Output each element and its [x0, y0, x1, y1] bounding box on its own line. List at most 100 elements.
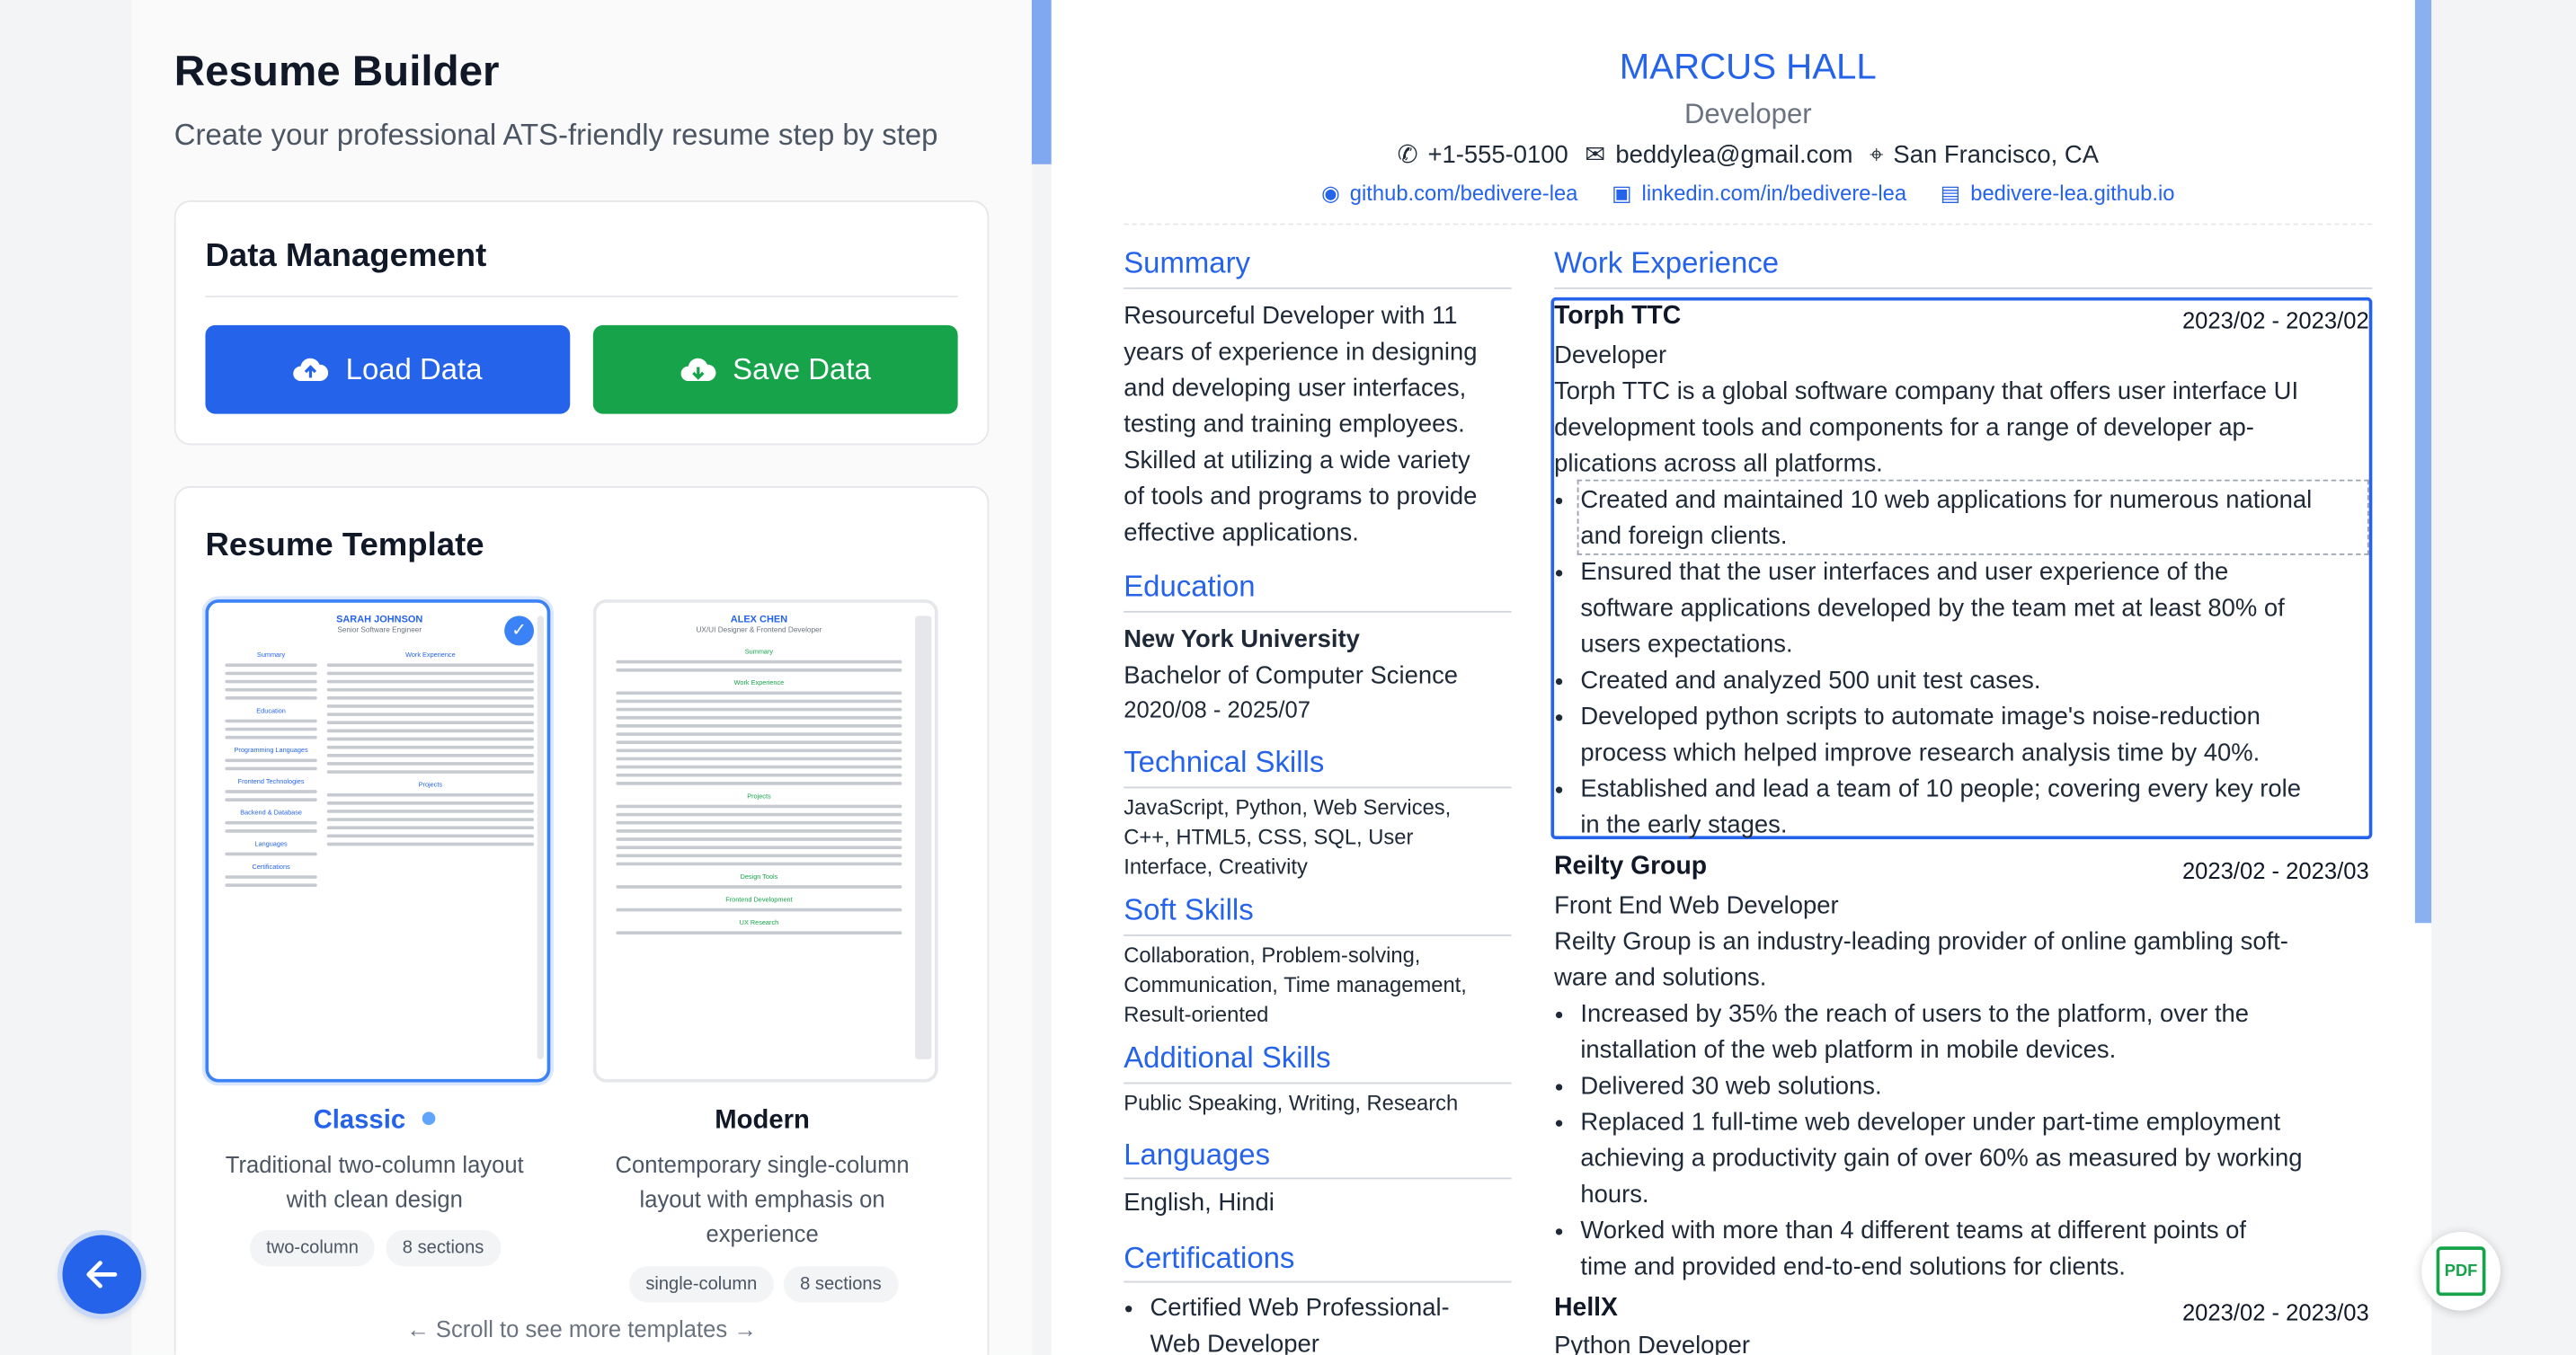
preview-scrollbar[interactable] [915, 616, 932, 1059]
preview-section: Frontend Development [725, 895, 793, 904]
export-pdf-button[interactable]: PDF [2421, 1231, 2500, 1311]
selected-check-icon: ✓ [504, 616, 535, 646]
section-summary-heading: Summary [1124, 246, 1250, 279]
summary-text: Resourceful Developer with 11 years of ex… [1124, 302, 1478, 547]
preview-name: SARAH JOHNSON [336, 616, 423, 626]
linkedin-link[interactable]: linkedin.com/in/bedivere-lea [1642, 181, 1907, 205]
data-management-title: Data Management [205, 238, 487, 275]
page-subtitle: Create your professional ATS-friendly re… [173, 118, 938, 152]
website-icon: ▤ [1940, 181, 1961, 206]
template-modern-preview[interactable]: ALEX CHEN UX/UI Designer & Frontend Deve… [592, 599, 938, 1083]
phone-icon: ✆ [1397, 141, 1418, 170]
template-modern-name[interactable]: Modern [593, 1107, 932, 1137]
section-rule [1124, 1082, 1512, 1085]
resume-name: MARCUS HALL [1619, 46, 1877, 87]
pdf-label: PDF [2444, 1262, 2478, 1280]
list-item[interactable]: Created and analyzed 500 unit test cases… [1580, 663, 2372, 699]
cloud-download-icon [680, 358, 716, 382]
website-link[interactable]: bedivere-lea.github.io [1970, 181, 2174, 205]
template-tag: single-column [629, 1266, 774, 1303]
preview-section: Projects [418, 780, 443, 789]
resume-contact: ✆ +1-555-0100 ✉ beddylea@gmail.com ⌖ San Fr… [1052, 139, 2431, 169]
job-bullets: Created and maintained 10 web applicatio… [1554, 483, 2372, 844]
education-degree: Bachelor of Computer Science [1124, 661, 1459, 690]
load-data-label: Load Data [345, 352, 483, 385]
card-divider [205, 296, 958, 297]
job-role: Developer [1554, 341, 1667, 370]
save-data-button[interactable]: Save Data [592, 324, 958, 414]
section-rule [1124, 1280, 1512, 1283]
education-dates: 2020/08 - 2025/07 [1124, 695, 1310, 723]
arrow-left-icon [86, 1261, 118, 1289]
certifications-list: Certified Web Professional-Web Developer [1124, 1291, 1538, 1355]
resume-email: beddylea@gmail.com [1615, 141, 1853, 170]
job-dates: 2023/02 - 2023/03 [2181, 857, 2369, 884]
list-item[interactable]: Delivered 30 web solutions. [1580, 1069, 2372, 1105]
github-link[interactable]: github.com/bedivere-lea [1350, 181, 1578, 205]
preview-section: Programming Languages [234, 745, 308, 754]
selected-dot-icon [422, 1111, 436, 1126]
section-rule [1124, 934, 1512, 936]
template-classic-preview[interactable]: SARAH JOHNSON Senior Software Engineer S… [205, 599, 551, 1083]
section-work-experience-heading: Work Experience [1554, 246, 1780, 279]
preview-scrollbar[interactable] [537, 616, 545, 1059]
list-item[interactable]: Created and maintained 10 web applicatio… [1580, 483, 2372, 554]
resume-template-title: Resume Template [205, 527, 484, 563]
template-classic-name[interactable]: Classic [205, 1107, 544, 1137]
preview-section: Projects [747, 791, 771, 801]
mail-icon: ✉ [1585, 141, 1606, 170]
section-rule [1124, 287, 1512, 289]
section-languages-heading: Languages [1124, 1138, 1271, 1172]
builder-panel: Resume Builder Create your professional … [131, 0, 1032, 1355]
soft-skills-text: Collaboration, Problem-solving, Communica… [1124, 943, 1467, 1027]
preview-name: ALEX CHEN [730, 616, 788, 626]
education-school: New York University [1124, 625, 1360, 654]
resume-links: ◉ github.com/bedivere-lea ▣ linkedin.com/i… [1052, 181, 2431, 207]
section-rule [1554, 287, 2373, 289]
template-tag: 8 sections [783, 1266, 898, 1303]
header-divider [1124, 223, 2373, 226]
template-modern-description: Contemporary single-column layout with e… [615, 1151, 910, 1247]
list-item[interactable]: Developed python scripts to automate ima… [1580, 700, 2372, 772]
list-item[interactable]: Ensured that the user interfaces and use… [1580, 555, 2372, 664]
scroll-hint: ← Scroll to see more templates → [406, 1315, 757, 1342]
preview-section: Frontend Technologies [237, 776, 305, 785]
save-data-label: Save Data [733, 352, 871, 385]
job-dates: 2023/02 - 2023/02 [2181, 306, 2369, 334]
job-role: Front End Web Developer [1554, 891, 1839, 920]
builder-scrollbar[interactable] [1031, 0, 1052, 164]
section-technical-skills-heading: Technical Skills [1124, 745, 1325, 779]
back-button[interactable] [62, 1235, 142, 1315]
linkedin-icon: ▣ [1612, 181, 1632, 206]
job-role: Python Developer [1554, 1332, 1751, 1355]
resume-preview: MARCUS HALL Developer ✆ +1-555-0100 ✉ bedd… [1051, 0, 2432, 1355]
job-company: Reilty Group [1554, 852, 1708, 881]
job-dates: 2023/02 - 2023/03 [2181, 1298, 2369, 1326]
pdf-icon: PDF [2436, 1246, 2486, 1297]
preview-section: Backend & Database [240, 808, 302, 817]
preview-section: Languages [254, 839, 288, 848]
resume-scrollbar[interactable] [2414, 0, 2432, 924]
data-management-card: Data Management Load Data Save Data [173, 199, 990, 446]
list-item[interactable]: Increased by 35% the reach of users to t… [1580, 996, 2372, 1068]
resume-location: San Francisco, CA [1893, 141, 2099, 170]
preview-section: Summary [256, 650, 286, 659]
resume-template-card: Resume Template SARAH JOHNSON Senior Sof… [173, 486, 990, 1355]
list-item[interactable]: Worked with more than 4 different teams … [1580, 1214, 2372, 1286]
job-description: Torph TTC is a global software company t… [1554, 377, 2299, 478]
resume-title: Developer [1683, 98, 1812, 130]
list-item[interactable]: Replaced 1 full-time web developer under… [1580, 1105, 2372, 1214]
section-education-heading: Education [1124, 570, 1256, 603]
list-item: Certified Web Professional-Web Developer [1150, 1291, 1537, 1355]
template-name: Classic [313, 1106, 406, 1136]
list-item[interactable]: Established and lead a team of 10 people… [1580, 772, 2372, 844]
preview-section: UX Research [739, 917, 779, 926]
load-data-button[interactable]: Load Data [205, 324, 571, 414]
section-additional-skills-heading: Additional Skills [1124, 1041, 1331, 1075]
section-certifications-heading: Certifications [1124, 1241, 1295, 1275]
section-rule [1124, 610, 1512, 613]
preview-role: UX/UI Designer & Frontend Developer [696, 625, 822, 634]
preview-section: Summary [744, 647, 774, 656]
preview-section: Certifications [252, 862, 290, 871]
job-bullets: Increased by 35% the reach of users to t… [1554, 996, 2372, 1286]
